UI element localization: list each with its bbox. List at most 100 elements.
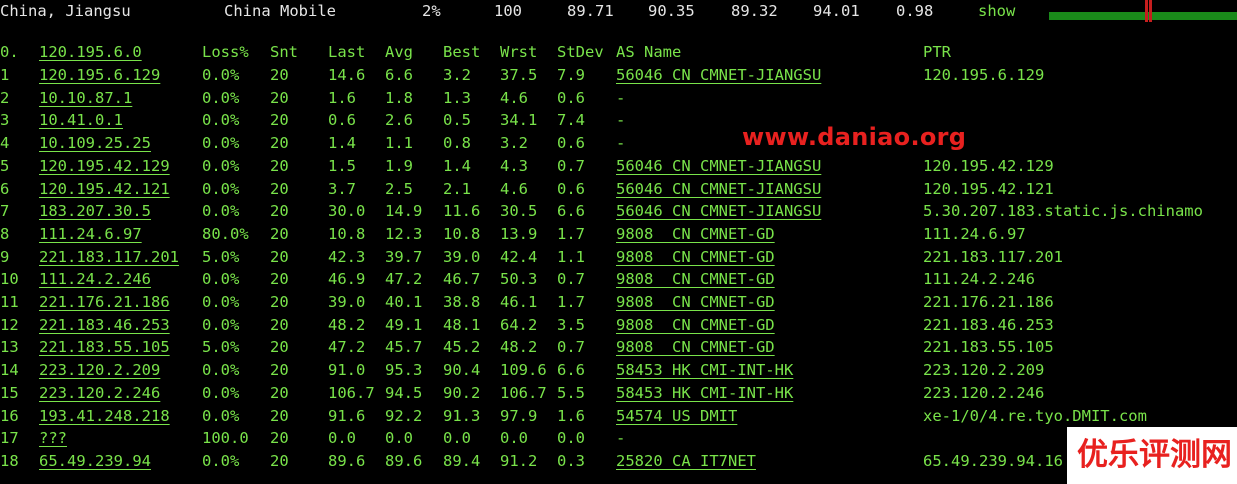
hop-stdev: 0.3 — [557, 451, 585, 470]
hop-as-name[interactable]: 56046 CN CMNET-JIANGSU — [616, 64, 821, 87]
hop-as-name[interactable]: 9808 CN CMNET-GD — [616, 246, 775, 269]
hop-avg: 0.0 — [385, 429, 413, 448]
hop-worst: 64.2 — [500, 315, 538, 334]
hop-host[interactable]: 221.183.55.105 — [39, 336, 170, 359]
hop-best: 0.8 — [443, 134, 471, 153]
hop-sent: 20 — [270, 224, 289, 243]
hop-avg: 6.6 — [385, 66, 413, 84]
hop-last: 48.2 — [328, 315, 366, 334]
hop-avg: 94.5 — [385, 383, 423, 402]
hop-as-name[interactable]: 58453 HK CMI-INT-HK — [616, 359, 793, 382]
hop-host[interactable]: 193.41.248.218 — [39, 405, 170, 428]
hop-sent: 20 — [270, 293, 289, 311]
hop-host[interactable]: 223.120.2.209 — [39, 359, 160, 382]
hop-host[interactable]: 65.49.239.94 — [39, 450, 151, 473]
hop-last: 39.0 — [328, 293, 366, 311]
hop-row: 9 221.183.117.201 5.0% 20 42.3 39.7 39.0 42.4 1.… — [0, 246, 1237, 269]
hop-last: 91.0 — [328, 361, 366, 380]
hop-ptr: 221.183.55.105 — [923, 338, 1054, 357]
hop-best: 0.0 — [443, 429, 471, 448]
hop-as-name[interactable]: 56046 CN CMNET-JIANGSU — [616, 178, 821, 201]
hop-number: 12 — [0, 315, 19, 334]
hop-host[interactable]: ??? — [39, 427, 67, 450]
hop-host[interactable]: 120.195.42.129 — [39, 155, 170, 178]
hop-worst: 4.3 — [500, 156, 528, 175]
hop-stdev: 7.9 — [557, 66, 585, 84]
summary-sent: 100 — [494, 2, 522, 20]
hop-host[interactable]: 221.183.46.253 — [39, 314, 170, 337]
hop-number: 1 — [0, 66, 10, 84]
hop-best: 46.7 — [443, 270, 481, 289]
hop-best: 11.6 — [443, 202, 481, 221]
hop-avg: 12.3 — [385, 224, 423, 243]
hop-last: 0.0 — [328, 429, 356, 448]
hop-host[interactable]: 111.24.6.97 — [39, 223, 142, 246]
hop-number: 10 — [0, 270, 19, 289]
hop-last: 42.3 — [328, 247, 366, 266]
hop-sent: 20 — [270, 338, 289, 357]
column-header-row: 0. 120.195.6.0 Loss% Snt Last Avg Best W… — [0, 41, 1237, 64]
hop-as-name[interactable]: 54574 US DMIT — [616, 405, 737, 428]
hop-ptr: 111.24.2.246 — [923, 270, 1035, 289]
hop-last: 1.4 — [328, 134, 356, 153]
hop-loss: 0.0% — [202, 383, 240, 402]
hop-host[interactable]: 10.41.0.1 — [39, 109, 123, 132]
hop-host[interactable]: 183.207.30.5 — [39, 200, 151, 223]
hop-host[interactable]: 111.24.2.246 — [39, 268, 151, 291]
col-hop-header: 0. — [0, 43, 19, 61]
hop-host[interactable]: 223.120.2.246 — [39, 382, 160, 405]
hop-stdev: 1.7 — [557, 293, 585, 311]
hop-best: 10.8 — [443, 224, 481, 243]
hop-row: 5 120.195.42.129 0.0% 20 1.5 1.9 1.4 4.3 0.7 5604… — [0, 155, 1237, 178]
hop-avg: 14.9 — [385, 202, 423, 221]
hop-ptr: 120.195.42.121 — [923, 179, 1054, 198]
hop-host[interactable]: 10.10.87.1 — [39, 87, 132, 110]
hop-number: 5 — [0, 156, 10, 175]
hop-host[interactable]: 221.176.21.186 — [39, 291, 170, 314]
hop-worst: 13.9 — [500, 224, 538, 243]
hop-as-name[interactable]: 9808 CN CMNET-GD — [616, 314, 775, 337]
hop-as-name[interactable]: 56046 CN CMNET-JIANGSU — [616, 200, 821, 223]
col-ptr-header: PTR — [923, 43, 951, 61]
hop-loss: 0.0% — [202, 179, 240, 198]
hop-as-name[interactable]: 58453 HK CMI-INT-HK — [616, 382, 793, 405]
col-wrst-header: Wrst — [500, 43, 538, 61]
hop-stdev: 5.5 — [557, 383, 585, 402]
show-link[interactable]: show — [978, 1, 1015, 21]
col-snt-header: Snt — [270, 43, 298, 61]
hop-number: 4 — [0, 134, 10, 153]
hop-as-name[interactable]: 25820 CA IT7NET — [616, 450, 756, 473]
hop-worst: 50.3 — [500, 270, 538, 289]
hop-loss: 0.0% — [202, 156, 240, 175]
hop-sent: 20 — [270, 429, 289, 448]
summary-best: 89.32 — [731, 2, 778, 20]
site-watermark: www.daniao.org — [742, 123, 967, 151]
hop-worst: 37.5 — [500, 66, 538, 84]
hop-host[interactable]: 10.109.25.25 — [39, 132, 151, 155]
hop-last: 14.6 — [328, 66, 366, 84]
hop-stdev: 0.6 — [557, 134, 585, 153]
hop-host[interactable]: 120.195.6.129 — [39, 64, 160, 87]
col-loss-header: Loss% — [202, 43, 249, 61]
hop-ptr: 221.183.117.201 — [923, 247, 1063, 266]
hop-last: 3.7 — [328, 179, 356, 198]
hop-host[interactable]: 120.195.42.121 — [39, 178, 170, 201]
latency-graph — [1049, 0, 1237, 22]
hop-best: 38.8 — [443, 293, 481, 311]
hop-as-name[interactable]: 9808 CN CMNET-GD — [616, 223, 775, 246]
hop-row: 11 221.176.21.186 0.0% 20 39.0 40.1 38.8 46.1 1.… — [0, 291, 1237, 314]
hop-worst: 106.7 — [500, 383, 547, 402]
hop-stdev: 7.4 — [557, 111, 585, 130]
hop-last: 106.7 — [328, 383, 375, 402]
hop-host[interactable]: 221.183.117.201 — [39, 246, 179, 269]
col-host-header[interactable]: 120.195.6.0 — [39, 41, 142, 64]
hop-loss: 0.0% — [202, 134, 240, 153]
hop-as-name[interactable]: 9808 CN CMNET-GD — [616, 291, 775, 314]
hop-as-name[interactable]: 56046 CN CMNET-JIANGSU — [616, 155, 821, 178]
hop-as-name[interactable]: 9808 CN CMNET-GD — [616, 336, 775, 359]
hop-as-name: - — [616, 111, 626, 130]
hop-row: 8 111.24.6.97 80.0% 20 10.8 12.3 10.8 13.9 1.7 98… — [0, 223, 1237, 246]
hop-as-name[interactable]: 9808 CN CMNET-GD — [616, 268, 775, 291]
hop-ptr: 221.183.46.253 — [923, 315, 1054, 334]
hop-last: 47.2 — [328, 338, 366, 357]
